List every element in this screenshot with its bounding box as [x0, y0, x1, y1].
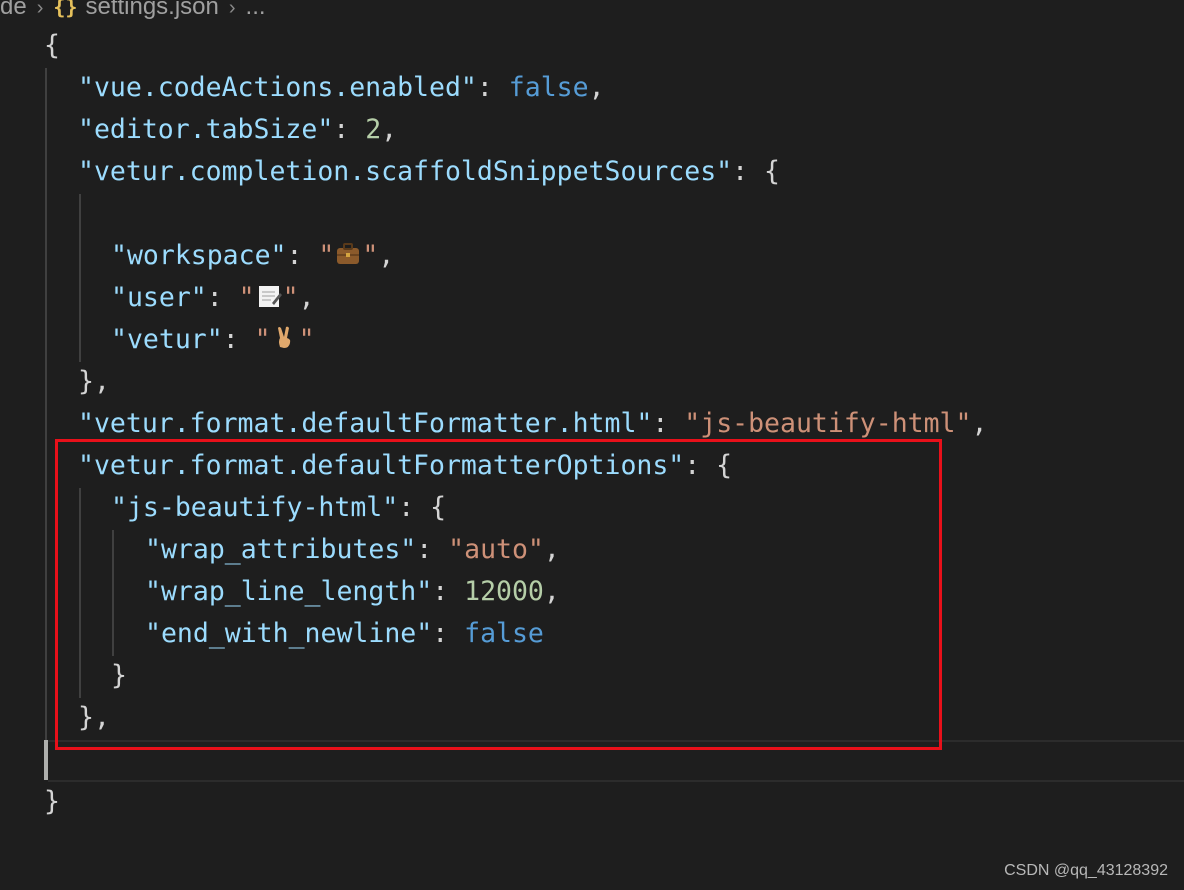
json-value: 2 — [365, 114, 382, 145]
code-line-3[interactable]: "vetur.completion.scaffoldSnippetSources… — [78, 151, 780, 193]
close-brace: } — [44, 786, 60, 817]
code-line-18[interactable]: } — [44, 781, 60, 823]
watermark: CSDN @qq_43128392 — [1004, 862, 1168, 879]
text-cursor — [44, 740, 48, 780]
victory-hand-icon — [271, 325, 299, 351]
memo-icon — [255, 283, 283, 309]
code-line-5[interactable]: "workspace": " ", — [111, 235, 394, 277]
indent-guide — [79, 194, 81, 362]
json-key: "user" — [111, 282, 207, 313]
open-brace: { — [44, 30, 60, 61]
json-key: "workspace" — [111, 240, 287, 271]
highlight-annotation-box — [55, 439, 942, 750]
code-line-7[interactable]: "vetur": " " — [111, 319, 315, 361]
code-line-2[interactable]: "editor.tabSize": 2, — [78, 109, 397, 151]
json-key: "vetur.format.defaultFormatter.html" — [78, 408, 653, 439]
code-line-1[interactable]: "vue.codeActions.enabled": false, — [78, 67, 605, 109]
json-key: "vetur.completion.scaffoldSnippetSources… — [78, 156, 733, 187]
code-line-8[interactable]: }, — [78, 361, 110, 403]
code-line-6[interactable]: "user": " ", — [111, 277, 315, 319]
indent-guide — [45, 68, 47, 740]
json-value: false — [508, 72, 589, 103]
json-key: "vetur" — [111, 324, 223, 355]
json-key: "editor.tabSize" — [78, 114, 334, 145]
code-editor[interactable]: { "vue.codeActions.enabled": false, "edi… — [0, 0, 1184, 890]
code-line-0[interactable]: { — [44, 25, 60, 67]
json-key: "vue.codeActions.enabled" — [78, 72, 477, 103]
briefcase-icon — [334, 241, 362, 267]
json-value: "js-beautify-html" — [684, 408, 972, 439]
